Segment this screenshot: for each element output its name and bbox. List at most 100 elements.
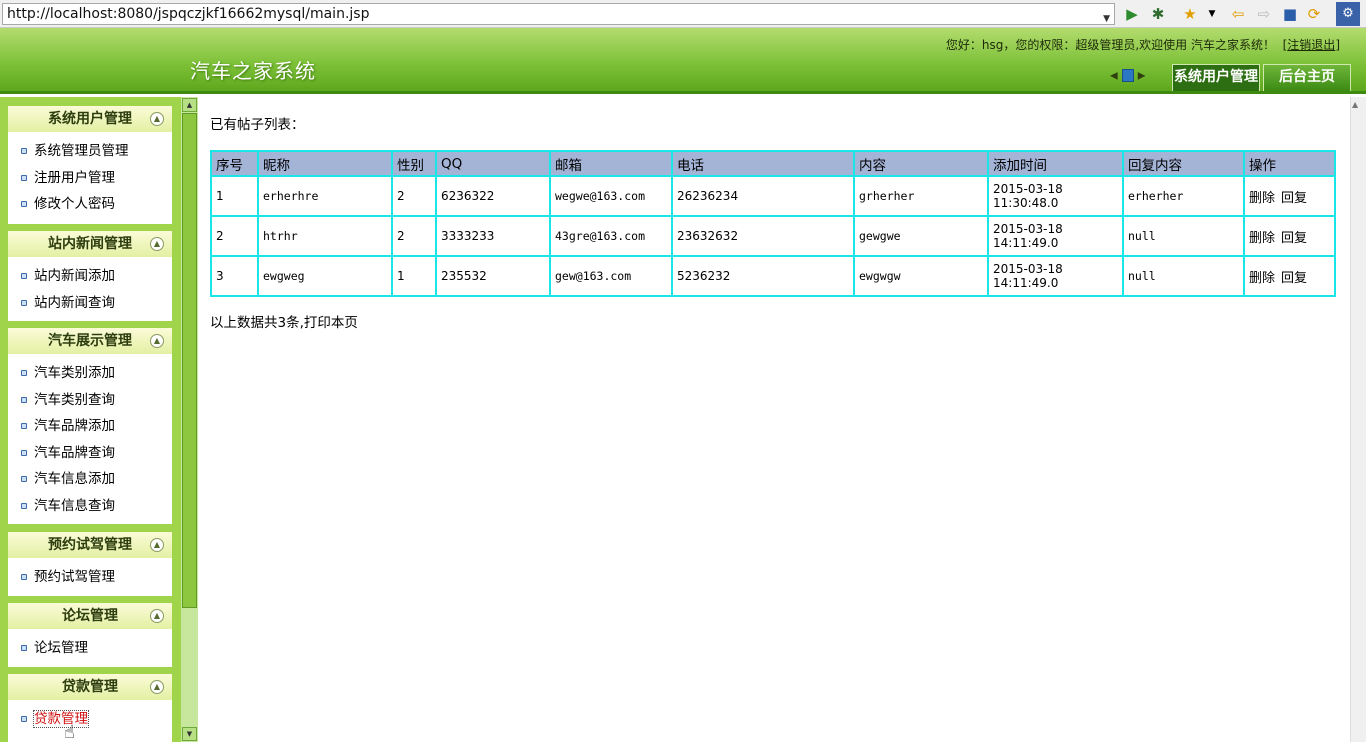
table-row: 1 erherhre 2 6236322 wegwe@163.com 26236… [210, 175, 1336, 217]
print-page-link[interactable]: 打印本页 [304, 315, 358, 331]
section-header[interactable]: 预约试驾管理 ▲ [8, 532, 172, 558]
section-header[interactable]: 论坛管理 ▲ [8, 603, 172, 629]
main-scrollbar[interactable] [1350, 97, 1366, 742]
section-header[interactable]: 贷款管理 ▲ [8, 674, 172, 700]
col-header: QQ [435, 150, 551, 177]
cell-no: 2 [210, 215, 259, 257]
reply-link[interactable]: 回复 [1281, 231, 1307, 246]
sidebar-scroll-thumb[interactable] [182, 113, 197, 608]
cell-time: 2015-03-18 11:30:48.0 [987, 175, 1124, 217]
cell-nick: htrhr [257, 215, 393, 257]
sidebar-item-loan-manage[interactable]: 贷款管理 [8, 706, 172, 733]
collapse-icon[interactable]: ▲ [150, 334, 164, 348]
bullet-icon [21, 201, 27, 207]
item-label: 论坛管理 [34, 640, 88, 656]
sidebar-item-car-info-query[interactable]: 汽车信息查询 [8, 493, 172, 520]
sidebar-item-car-brand-add[interactable]: 汽车品牌添加 [8, 413, 172, 440]
collapse-icon[interactable]: ▲ [150, 680, 164, 694]
tab-scroll-controls: ◀ ▶ [1110, 69, 1145, 82]
table-row: 3 ewgweg 1 235532 gew@163.com 5236232 ew… [210, 255, 1336, 297]
sidebar-item-forum-manage[interactable]: 论坛管理 [8, 635, 172, 662]
cell-phone: 26236234 [671, 175, 855, 217]
col-header: 回复内容 [1122, 150, 1245, 177]
col-header: 操作 [1243, 150, 1336, 177]
back-arrow-icon[interactable]: ⇦ [1228, 4, 1248, 24]
sidebar-item-car-info-add[interactable]: 汽车信息添加 [8, 466, 172, 493]
sidebar-item-change-password[interactable]: 修改个人密码 [8, 191, 172, 218]
tab-scroll-right-icon[interactable]: ▶ [1138, 71, 1146, 82]
cell-content: ewgwgw [853, 255, 989, 297]
sidebar-item-news-add[interactable]: 站内新闻添加 [8, 263, 172, 290]
scroll-up-icon[interactable]: ▲ [182, 98, 197, 112]
address-bar[interactable]: http://localhost:8080/jspqczjkf16662mysq… [2, 3, 1115, 25]
sidebar-item-admin-manage[interactable]: 系统管理员管理 [8, 138, 172, 165]
delete-link[interactable]: 删除 [1249, 191, 1275, 206]
section-header[interactable]: 系统用户管理 ▲ [8, 106, 172, 132]
tab-admin-home[interactable]: 后台主页 [1263, 64, 1351, 91]
url-dropdown-icon[interactable]: ▼ [1103, 9, 1110, 29]
item-label: 站内新闻添加 [34, 268, 115, 284]
bullet-icon [21, 574, 27, 580]
cell-qq: 6236322 [435, 175, 551, 217]
main-scroll-up-icon[interactable]: ▲ [1352, 100, 1358, 109]
refresh-icon[interactable]: ⟳ [1304, 4, 1324, 24]
hand-cursor-icon: ☝ [64, 722, 75, 743]
cell-gender: 2 [391, 215, 437, 257]
collapse-icon[interactable]: ▲ [150, 538, 164, 552]
user-greeting: 您好：hsg，您的权限：超级管理员,欢迎使用 汽车之家系统！ [注销退出] [945, 38, 1340, 52]
go-icon[interactable]: ▶ [1122, 4, 1142, 24]
logout-link[interactable]: 注销退出 [1287, 38, 1335, 52]
col-header: 性别 [391, 150, 437, 177]
book-icon[interactable] [1121, 69, 1134, 82]
cell-email: 43gre@163.com [549, 215, 673, 257]
item-label: 注册用户管理 [34, 169, 115, 186]
bullet-icon [21, 174, 27, 181]
forward-arrow-icon[interactable]: ⇨ [1254, 4, 1274, 24]
bullet-icon [21, 273, 27, 279]
sidebar-item-car-category-query[interactable]: 汽车类别查询 [8, 387, 172, 414]
tab-scroll-left-icon[interactable]: ◀ [1110, 71, 1118, 82]
section-header[interactable]: 汽车展示管理 ▲ [8, 328, 172, 354]
cell-time: 2015-03-18 14:11:49.0 [987, 215, 1124, 257]
sidebar-section-news: 站内新闻管理 ▲ 站内新闻添加 站内新闻查询 [8, 231, 172, 321]
bullet-icon [21, 299, 27, 306]
col-header: 序号 [210, 150, 259, 177]
item-label: 站内新闻查询 [34, 294, 115, 311]
favorites-dropdown-icon[interactable]: ▼ [1202, 4, 1222, 24]
collapse-icon[interactable]: ▲ [150, 237, 164, 251]
sidebar-item-test-drive-manage[interactable]: 预约试驾管理 [8, 564, 172, 591]
debug-bug-icon[interactable]: ✱ [1148, 4, 1168, 24]
cell-qq: 3333233 [435, 215, 551, 257]
delete-link[interactable]: 删除 [1249, 271, 1275, 286]
date-text: 2015-03-18 [993, 222, 1063, 236]
favorites-star-icon[interactable]: ★ [1180, 4, 1200, 24]
sidebar-item-news-query[interactable]: 站内新闻查询 [8, 290, 172, 317]
collapse-icon[interactable]: ▲ [150, 112, 164, 126]
sidebar-item-car-brand-query[interactable]: 汽车品牌查询 [8, 440, 172, 467]
section-header[interactable]: 站内新闻管理 ▲ [8, 231, 172, 257]
delete-link[interactable]: 删除 [1249, 231, 1275, 246]
section-title: 系统用户管理 [48, 111, 132, 127]
sidebar-item-user-manage[interactable]: 注册用户管理 [8, 165, 172, 192]
section-title: 预约试驾管理 [48, 537, 132, 553]
cell-actions: 删除 回复 [1243, 175, 1336, 217]
date-text: 2015-03-18 [993, 182, 1063, 196]
bullet-icon [21, 370, 27, 376]
scroll-down-icon[interactable]: ▼ [182, 727, 197, 741]
time-text: 14:11:49.0 [993, 236, 1059, 250]
bullet-icon [21, 396, 27, 403]
browser-toolbar: http://localhost:8080/jspqczjkf16662mysq… [0, 0, 1366, 28]
app-title: 汽车之家系统 [190, 59, 316, 83]
reply-link[interactable]: 回复 [1281, 191, 1307, 206]
eclipse-icon[interactable]: ⚙ [1336, 2, 1360, 26]
cell-reply: erherher [1122, 175, 1245, 217]
sidebar-item-car-category-add[interactable]: 汽车类别添加 [8, 360, 172, 387]
bullet-icon [21, 423, 27, 429]
tab-system-users[interactable]: 系统用户管理 [1172, 64, 1260, 91]
reply-link[interactable]: 回复 [1281, 271, 1307, 286]
stop-icon[interactable]: ■ [1280, 4, 1300, 24]
collapse-icon[interactable]: ▲ [150, 609, 164, 623]
app-header: 汽车之家系统 您好：hsg，您的权限：超级管理员,欢迎使用 汽车之家系统！ [注… [0, 28, 1366, 94]
greeting-text: 您好：hsg，您的权限：超级管理员,欢迎使用 汽车之家系统！ [945, 38, 1275, 52]
bullet-icon [21, 645, 27, 651]
